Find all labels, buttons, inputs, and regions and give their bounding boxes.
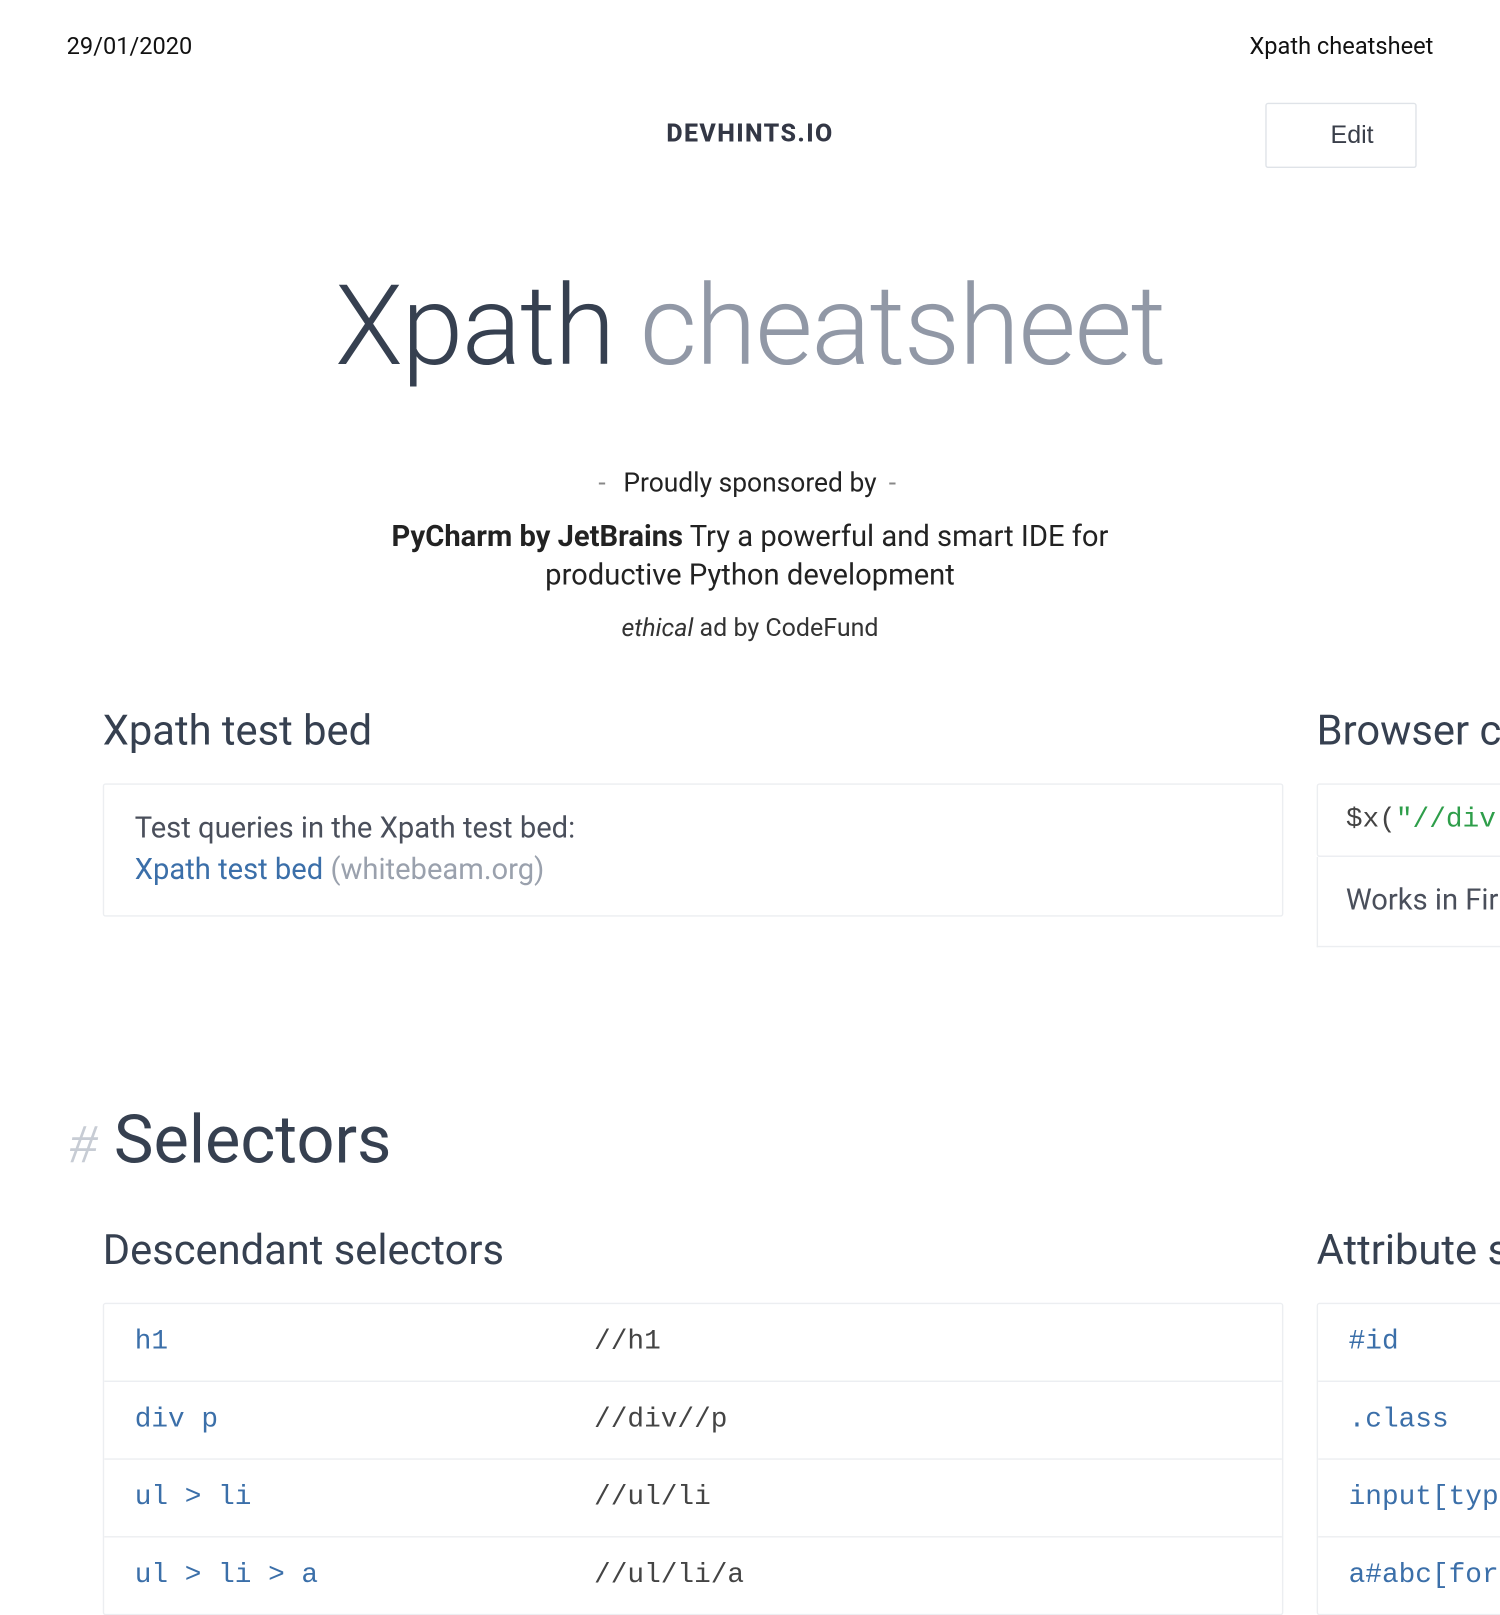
console-code-fn: $x( xyxy=(1346,804,1396,836)
page-header: 29/01/2020 Xpath cheatsheet xyxy=(0,0,1500,61)
edit-button[interactable]: Edit xyxy=(1265,103,1416,168)
console-code: $x("//div xyxy=(1317,783,1500,857)
table-row: a#abc[for xyxy=(1318,1537,1500,1613)
sponsor-name: PyCharm by JetBrains xyxy=(392,521,683,554)
header-date: 29/01/2020 xyxy=(67,33,193,61)
testbed-title: Xpath test bed xyxy=(103,707,1284,756)
brand-row: DEVHINTS.IO Edit xyxy=(0,119,1500,183)
table-row: ul > li > a //ul/li/a xyxy=(104,1537,1282,1613)
table-row: input[type xyxy=(1318,1459,1500,1537)
page-title: Xpath cheatsheet xyxy=(0,261,1500,392)
attribute-table: #id .class input[type a#abc[for xyxy=(1317,1302,1500,1615)
css-selector: h1 xyxy=(104,1304,563,1380)
xpath-selector: //div//p xyxy=(564,1382,1282,1458)
table-row: div p //div//p xyxy=(104,1382,1282,1460)
sponsor-ethical: ethical xyxy=(622,613,694,642)
console-note: Works in Fir xyxy=(1317,857,1500,947)
descendant-table: h1 //h1 div p //div//p ul > li //ul/li u… xyxy=(103,1302,1284,1615)
site-brand[interactable]: DEVHINTS.IO xyxy=(666,119,833,148)
selectors-title: Selectors xyxy=(114,1100,392,1179)
header-doc-title: Xpath cheatsheet xyxy=(1249,33,1433,61)
css-selector: ul > li xyxy=(104,1459,563,1535)
console-code-str: "//div xyxy=(1396,804,1496,836)
testbed-card: Test queries in the Xpath test bed: Xpat… xyxy=(103,783,1284,916)
sponsor-label: Proudly sponsored by xyxy=(0,467,1500,499)
css-selector: ul > li > a xyxy=(104,1537,563,1613)
hash-icon: # xyxy=(69,1111,97,1176)
testbed-link-note: (whitebeam.org) xyxy=(330,854,544,887)
title-main: Xpath xyxy=(335,261,614,392)
console-title: Browser co xyxy=(1317,707,1500,756)
title-sub: cheatsheet xyxy=(640,261,1165,392)
descendant-title: Descendant selectors xyxy=(103,1226,1284,1275)
css-selector: div p xyxy=(104,1382,563,1458)
sponsor-footer-rest: ad by CodeFund xyxy=(693,613,878,642)
attribute-title: Attribute s xyxy=(1317,1226,1500,1275)
xpath-selector: //ul/li/a xyxy=(564,1537,1282,1613)
xpath-selector: //h1 xyxy=(564,1304,1282,1380)
sponsor-block: Proudly sponsored by PyCharm by JetBrain… xyxy=(0,467,1500,643)
table-row: #id xyxy=(1318,1304,1500,1382)
xpath-selector: //ul/li xyxy=(564,1459,1282,1535)
testbed-link[interactable]: Xpath test bed xyxy=(135,854,324,887)
sponsor-footer[interactable]: ethical ad by CodeFund xyxy=(0,613,1500,642)
selectors-heading: # Selectors xyxy=(0,1100,1500,1179)
table-row: h1 //h1 xyxy=(104,1304,1282,1382)
table-row: .class xyxy=(1318,1382,1500,1460)
table-row: ul > li //ul/li xyxy=(104,1459,1282,1537)
sponsor-body[interactable]: PyCharm by JetBrains Try a powerful and … xyxy=(389,518,1111,597)
testbed-line1: Test queries in the Xpath test bed: xyxy=(135,812,1252,845)
